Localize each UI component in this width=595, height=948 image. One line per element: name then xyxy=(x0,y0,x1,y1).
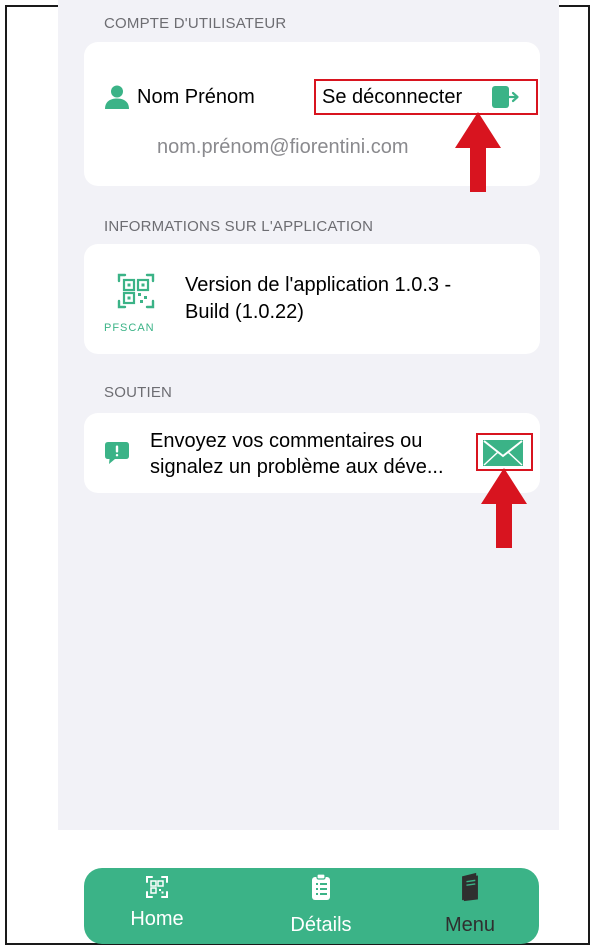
pfscan-logo: PFSCAN xyxy=(104,272,168,334)
version-line-2: Build (1.0.22) xyxy=(185,301,304,323)
logout-icon[interactable] xyxy=(491,85,521,109)
feedback-line-1: Envoyez vos commentaires ou xyxy=(150,430,423,452)
tab-menu-label: Menu xyxy=(444,914,496,936)
tab-home[interactable]: Home xyxy=(117,872,197,931)
qr-scan-icon xyxy=(146,876,168,898)
up-arrow-annotation xyxy=(455,112,501,192)
version-line-1: Version de l'application 1.0.3 - xyxy=(185,274,452,296)
mail-icon[interactable] xyxy=(483,440,523,466)
clipboard-icon xyxy=(312,873,330,900)
user-email: nom.prénom@fiorentini.com xyxy=(157,136,409,158)
section-header-app-info: INFORMATIONS SUR L'APPLICATION xyxy=(104,218,374,235)
tab-details-label: Détails xyxy=(290,914,352,936)
tab-menu[interactable]: Menu xyxy=(430,872,510,937)
logout-label[interactable]: Se déconnecter xyxy=(322,86,462,109)
section-header-support: SOUTIEN xyxy=(104,384,173,401)
feedback-text[interactable]: Envoyez vos commentaires ou signalez un … xyxy=(150,428,470,480)
feedback-line-2: signalez un problème aux déve... xyxy=(150,456,444,478)
tab-details[interactable]: Détails xyxy=(266,872,376,937)
feedback-bubble-icon xyxy=(105,442,129,464)
book-icon xyxy=(462,872,478,902)
user-name: Nom Prénom xyxy=(137,86,255,108)
qr-scan-icon xyxy=(117,273,155,309)
tab-home-label: Home xyxy=(130,908,184,930)
pfscan-logo-text: PFSCAN xyxy=(104,322,155,334)
up-arrow-annotation xyxy=(481,468,527,548)
app-version: Version de l'application 1.0.3 - Build (… xyxy=(185,272,505,326)
person-icon xyxy=(105,85,129,109)
section-header-account: COMPTE D'UTILISATEUR xyxy=(104,15,287,32)
